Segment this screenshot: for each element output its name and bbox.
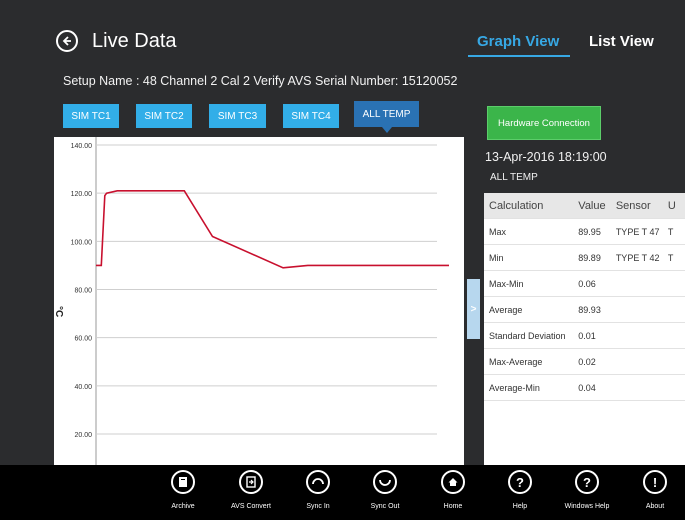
y-tick-label: 80.00 [74, 288, 92, 295]
collapse-panel-button[interactable]: > [467, 279, 480, 339]
page-title: Live Data [92, 30, 177, 52]
archive-button[interactable]: Archive [155, 470, 211, 510]
table-cell: Max-Average [484, 348, 574, 375]
table-cell: TYPE T 42 [610, 244, 663, 271]
table-cell: 89.89 [573, 244, 611, 271]
table-cell [610, 348, 663, 375]
table-cell [662, 322, 685, 349]
windows-help-button[interactable]: ? Windows Help [559, 470, 615, 510]
table-cell: 89.93 [573, 296, 611, 323]
arrow-left-icon [62, 36, 71, 46]
about-button[interactable]: ! About [627, 470, 683, 510]
table-cell [662, 374, 685, 401]
active-tab-caret [382, 127, 392, 133]
y-tick-label: 20.00 [74, 432, 92, 439]
table-row[interactable]: Max-Min 0.06 [484, 270, 685, 297]
sync-out-label: Sync Out [370, 503, 400, 510]
question-icon: ? [508, 470, 532, 494]
sync-out-button[interactable]: Sync Out [357, 470, 413, 510]
question-icon: ? [575, 470, 599, 494]
sync-in-icon [306, 470, 330, 494]
table-row[interactable]: Standard Deviation 0.01 [484, 322, 685, 349]
timestamp: 13-Apr-2016 18:19:00 [485, 150, 607, 164]
sync-out-icon [373, 470, 397, 494]
table-cell: TYPE T 47 [610, 218, 663, 245]
sensor-tab-sim-tc3[interactable]: SIM TC3 [209, 104, 266, 128]
home-icon [441, 470, 465, 494]
table-row[interactable]: Min 89.89 TYPE T 42 T [484, 244, 685, 271]
sensor-tab-all-temp[interactable]: ALL TEMP [354, 101, 419, 127]
temperature-chart: 140.00 120.00 100.00 80.00 60.00 40.00 20.00 °C [53, 137, 449, 465]
windows-help-label: Windows Help [564, 503, 610, 510]
back-button[interactable] [56, 30, 78, 52]
avs-convert-button[interactable]: AVS Convert [223, 470, 279, 510]
table-cell: 89.95 [573, 218, 611, 245]
table-cell [610, 296, 663, 323]
table-cell: 0.01 [573, 322, 611, 349]
info-exclamation-icon: ! [643, 470, 667, 494]
table-cell: T [662, 218, 685, 245]
temperature-series-line [96, 189, 449, 269]
sensor-tab-sim-tc2[interactable]: SIM TC2 [136, 104, 192, 128]
table-cell: Average-Min [484, 374, 574, 401]
table-row[interactable]: Average 89.93 [484, 296, 685, 323]
calculation-table-panel: Calculation Value Sensor U Max 89.95 TYPE … [484, 193, 685, 465]
table-cell [662, 348, 685, 375]
document-convert-icon [239, 470, 263, 494]
sync-in-label: Sync In [306, 503, 330, 510]
y-tick-label: 120.00 [71, 191, 93, 198]
table-cell [662, 296, 685, 323]
sensor-tab-sim-tc4[interactable]: SIM TC4 [283, 104, 339, 128]
table-header-row: Calculation Value Sensor U [484, 193, 685, 219]
table-row[interactable]: Max-Average 0.02 [484, 348, 685, 375]
archive-label: Archive [171, 503, 195, 510]
table-cell: Average [484, 296, 574, 323]
column-header: Calculation [484, 193, 574, 219]
y-axis-label: °C [54, 306, 64, 317]
active-tab-underline [468, 55, 570, 57]
table-cell [610, 322, 663, 349]
column-header: Sensor [610, 193, 663, 219]
y-tick-label: 40.00 [74, 384, 92, 391]
table-cell: Max [484, 218, 574, 245]
table-cell [610, 374, 663, 401]
table-cell: 0.02 [573, 348, 611, 375]
home-button[interactable]: Home [425, 470, 481, 510]
archive-icon [171, 470, 195, 494]
table-cell: Min [484, 244, 574, 271]
table-cell: 0.06 [573, 270, 611, 297]
table-cell: Standard Deviation [484, 322, 574, 349]
y-tick-label: 140.00 [71, 143, 93, 150]
table-row[interactable]: Max 89.95 TYPE T 47 T [484, 218, 685, 245]
tab-graph-view[interactable]: Graph View [477, 33, 559, 50]
table-cell [610, 270, 663, 297]
calculation-table: Calculation Value Sensor U Max 89.95 TYPE … [484, 193, 685, 401]
table-cell [662, 270, 685, 297]
table-cell: T [662, 244, 685, 271]
help-button[interactable]: ? Help [492, 470, 548, 510]
setup-info: Setup Name : 48 Channel 2 Cal 2 Verify A… [63, 74, 458, 88]
avs-convert-label: AVS Convert [231, 503, 271, 510]
sync-in-button[interactable]: Sync In [290, 470, 346, 510]
y-tick-label: 100.00 [71, 239, 93, 246]
y-tick-label: 60.00 [74, 336, 92, 343]
tab-list-view[interactable]: List View [589, 33, 654, 50]
table-cell: Max-Min [484, 270, 574, 297]
table-cell: 0.04 [573, 374, 611, 401]
chevron-right-icon: > [470, 303, 477, 315]
help-label: Help [512, 503, 528, 510]
home-label: Home [443, 503, 463, 510]
table-row[interactable]: Average-Min 0.04 [484, 374, 685, 401]
chart-panel: 140.00 120.00 100.00 80.00 60.00 40.00 20.00 °C [53, 137, 464, 465]
sensor-tab-sim-tc1[interactable]: SIM TC1 [63, 104, 119, 128]
hardware-connection-button[interactable]: Hardware Connection [487, 106, 601, 140]
about-label: About [645, 503, 665, 510]
column-header: U [662, 193, 685, 219]
table-title: ALL TEMP [490, 172, 538, 183]
column-header: Value [573, 193, 611, 219]
